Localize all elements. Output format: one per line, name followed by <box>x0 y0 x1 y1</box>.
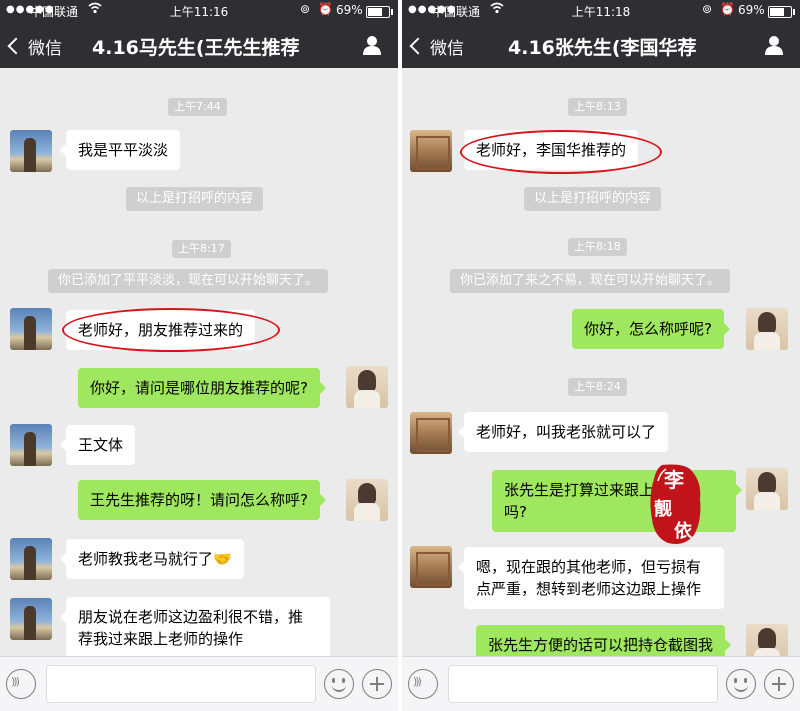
person-icon[interactable] <box>362 35 382 55</box>
emoji-icon[interactable] <box>324 669 354 699</box>
avatar[interactable] <box>410 130 452 172</box>
avatar[interactable] <box>10 424 52 466</box>
avatar[interactable] <box>10 308 52 350</box>
back-button[interactable]: 微信 <box>409 34 464 59</box>
avatar[interactable] <box>410 412 452 454</box>
message-line: 点严重，想转到老师这边跟上操作 <box>476 580 702 598</box>
avatar[interactable] <box>346 366 388 408</box>
highlight-ellipse <box>460 130 662 174</box>
message-bubble-outgoing[interactable]: 王先生推荐的呀！请问怎么称呼? <box>78 480 326 520</box>
input-bar <box>402 656 800 711</box>
message-input[interactable] <box>46 665 316 703</box>
voice-icon[interactable] <box>6 669 36 699</box>
nav-bar: 微信 4.16马先生(王先生推荐 <box>0 22 398 68</box>
system-notice: 以上是打招呼的内容 <box>126 187 264 211</box>
system-notice: 你已添加了来之不易，现在可以开始聊天了。 <box>450 269 731 293</box>
avatar[interactable] <box>410 546 452 588</box>
battery-icon <box>768 6 795 18</box>
message-line: 朋友说在老师这边盈利很不错，推 <box>78 608 304 626</box>
plus-icon[interactable] <box>362 669 392 699</box>
timestamp: 上午8:18 <box>568 238 627 256</box>
message-bubble-incoming[interactable]: 老师好，叫我老张就可以了 <box>457 412 669 452</box>
avatar[interactable] <box>10 538 52 580</box>
chat-title: 4.16马先生(王先生推荐 <box>92 37 300 59</box>
message-text: 老师教我老马就行了 <box>78 550 214 568</box>
chat-screen-right: ●●●●● 中国联通 上午11:18 ⊚ ⏰ 69% 微信 4.16张先生(李国… <box>402 0 800 711</box>
message-bubble-incoming[interactable]: 王文体 <box>59 425 136 465</box>
seal-stamp-watermark: 李 靓 依 <box>650 464 701 544</box>
battery-fill <box>770 8 784 16</box>
timestamp: 上午8:24 <box>568 378 627 396</box>
chat-screen-left: ●●●●● 中国联通 上午11:16 ⊚ ⏰ 69% 微信 4.16马先生(王先… <box>0 0 398 711</box>
system-notice: 以上是打招呼的内容 <box>524 187 662 211</box>
message-bubble-outgoing[interactable]: 张先生方便的话可以把持仓截图我 <box>476 625 732 656</box>
voice-icon[interactable] <box>408 669 438 699</box>
avatar[interactable] <box>10 130 52 172</box>
message-list[interactable]: 上午8:13 老师好，李国华推荐的 以上是打招呼的内容 上午8:18 你已添加了… <box>402 68 800 656</box>
message-bubble-incoming[interactable]: 我是平平淡淡 <box>59 130 181 170</box>
status-bar: ●●●●● 中国联通 上午11:18 ⊚ ⏰ 69% <box>402 0 800 22</box>
chat-title: 4.16张先生(李国华荐 <box>508 37 697 59</box>
battery-percent: 69% <box>738 3 765 17</box>
stamp-char: 靓 <box>654 498 672 520</box>
back-label: 微信 <box>28 39 62 59</box>
emoji-icon[interactable] <box>726 669 756 699</box>
avatar[interactable] <box>10 598 52 640</box>
stamp-char: 依 <box>674 520 693 542</box>
battery-percent: 69% <box>336 3 363 17</box>
avatar[interactable] <box>746 308 788 350</box>
chevron-left-icon <box>409 37 427 55</box>
message-bubble-incoming[interactable]: 嗯，现在跟的其他老师，但亏损有 点严重，想转到老师这边跟上操作 <box>458 547 724 609</box>
avatar[interactable] <box>746 624 788 656</box>
message-input[interactable] <box>448 665 718 703</box>
timestamp: 上午8:13 <box>568 98 627 116</box>
message-bubble-outgoing[interactable]: 你好，怎么称呼呢? <box>572 309 730 349</box>
rotation-lock-icon: ⊚ <box>702 2 713 16</box>
handshake-emoji: 🤝 <box>213 550 232 568</box>
message-bubble-outgoing[interactable]: 你好，请问是哪位朋友推荐的呢? <box>78 368 326 408</box>
back-button[interactable]: 微信 <box>7 34 62 59</box>
plus-icon[interactable] <box>764 669 794 699</box>
status-bar: ●●●●● 中国联通 上午11:16 ⊚ ⏰ 69% <box>0 0 398 22</box>
message-bubble-incoming[interactable]: 老师教我老马就行了🤝 <box>60 539 244 579</box>
avatar[interactable] <box>346 479 388 521</box>
message-line: 荐我过来跟上老师的操作 <box>78 630 244 648</box>
person-icon[interactable] <box>764 35 784 55</box>
input-bar <box>0 656 398 711</box>
rotation-lock-icon: ⊚ <box>300 2 311 16</box>
message-list[interactable]: 上午7:44 我是平平淡淡 以上是打招呼的内容 上午8:17 你已添加了平平淡淡… <box>0 68 398 656</box>
battery-fill <box>368 8 382 16</box>
system-notice: 你已添加了平平淡淡，现在可以开始聊天了。 <box>48 269 329 293</box>
avatar[interactable] <box>746 468 788 510</box>
message-line: 嗯，现在跟的其他老师，但亏损有 <box>476 558 702 576</box>
timestamp: 上午7:44 <box>168 98 227 116</box>
stamp-char: 李 <box>663 468 685 492</box>
back-label: 微信 <box>430 39 464 59</box>
highlight-ellipse <box>62 308 280 352</box>
nav-bar: 微信 4.16张先生(李国华荐 <box>402 22 800 68</box>
message-bubble-incoming[interactable]: 朋友说在老师这边盈利很不错，推 荐我过来跟上老师的操作 <box>60 597 330 656</box>
chevron-left-icon <box>7 37 25 55</box>
alarm-icon: ⏰ <box>318 2 333 16</box>
alarm-icon: ⏰ <box>720 2 735 16</box>
battery-icon <box>366 6 393 18</box>
timestamp: 上午8:17 <box>172 240 231 258</box>
